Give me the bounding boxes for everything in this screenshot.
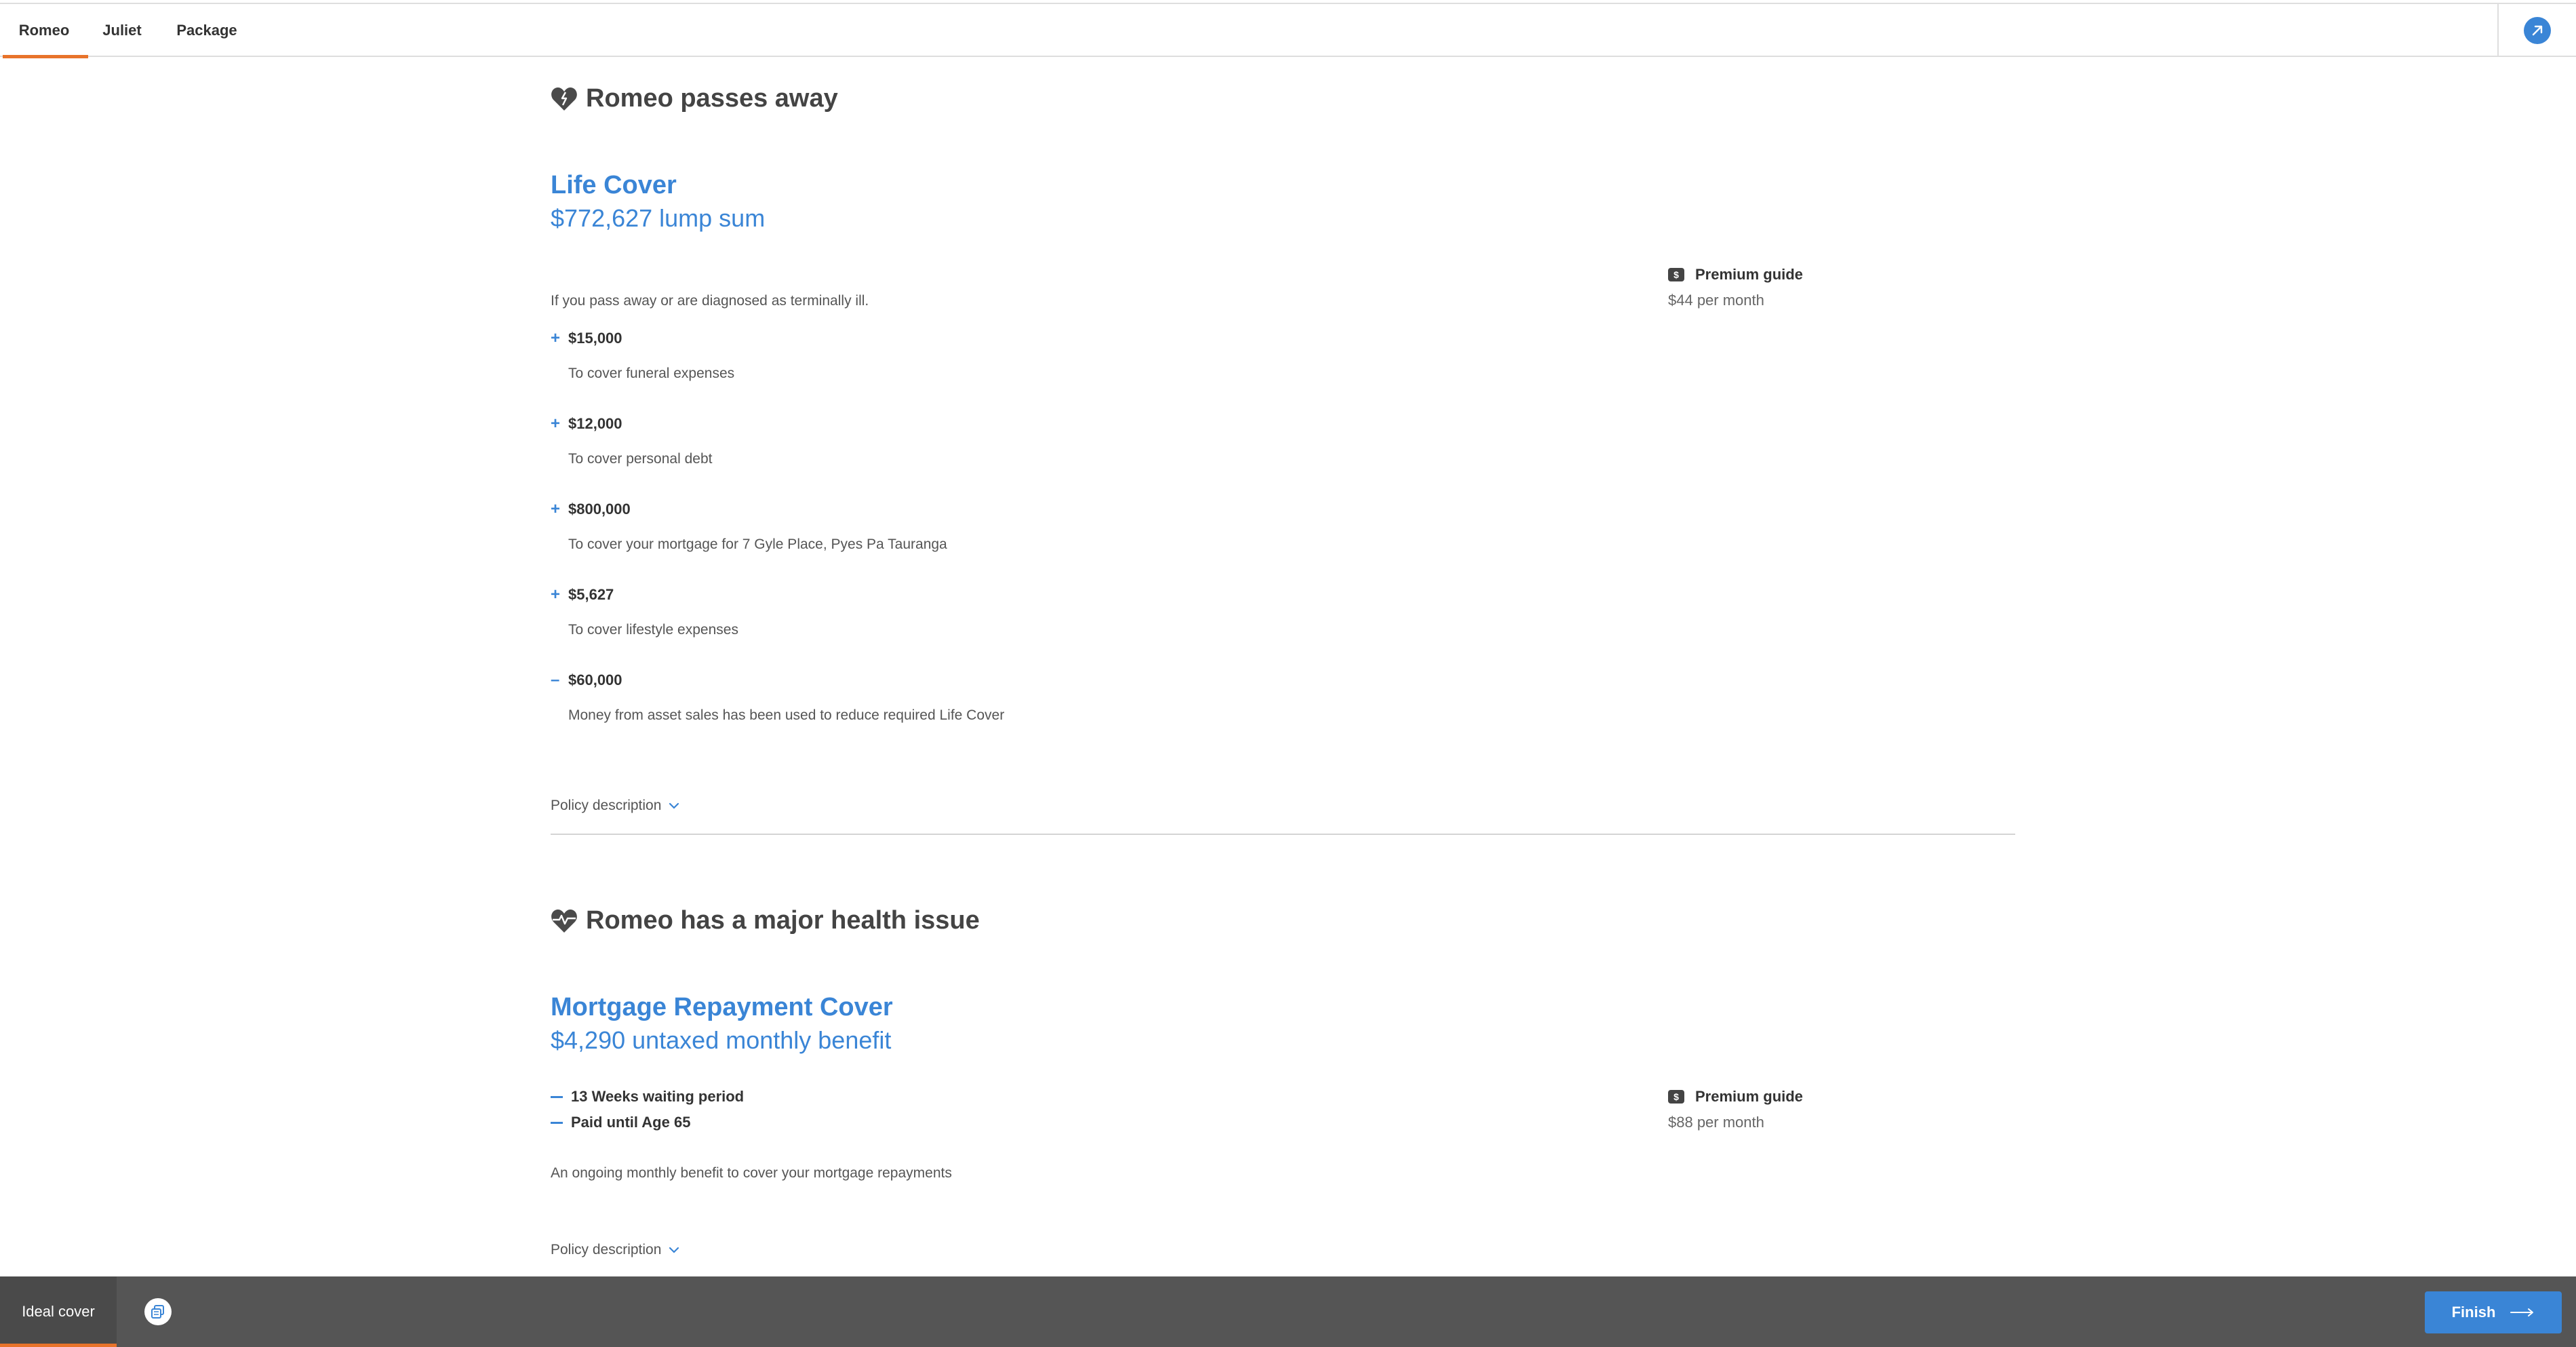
arrow-right-icon xyxy=(2510,1308,2534,1316)
cover-name: Mortgage Repayment Cover xyxy=(551,993,893,1021)
bottom-bar: Ideal cover Finish xyxy=(0,1276,2576,1347)
cover-description: An ongoing monthly benefit to cover your… xyxy=(551,1165,952,1181)
list-item: + $15,000 To cover funeral expenses xyxy=(551,329,734,382)
section-title-passes-away: Romeo passes away xyxy=(551,84,838,113)
premium-label-text: Premium guide xyxy=(1695,266,1803,283)
item-text: To cover funeral expenses xyxy=(568,366,735,381)
policy-description-toggle[interactable]: Policy description xyxy=(551,798,680,814)
premium-label: $ Premium guide xyxy=(1668,1088,1939,1106)
dash-marker xyxy=(551,1095,563,1098)
item-amount: $60,000 xyxy=(568,671,622,688)
premium-value: $88 per month xyxy=(1668,1114,1764,1131)
section-title-text: Romeo passes away xyxy=(586,84,838,113)
expand-area xyxy=(2497,4,2576,57)
item-text: Money from asset sales has been used to … xyxy=(568,707,1005,723)
item-amount: $15,000 xyxy=(568,330,622,347)
chevron-down-icon xyxy=(669,1247,679,1253)
item-text: To cover lifestyle expenses xyxy=(568,622,738,638)
premium-label-text: Premium guide xyxy=(1695,1088,1803,1105)
list-item: + $800,000 To cover your mortgage for 7 G… xyxy=(551,500,947,553)
term-text: Paid until Age 65 xyxy=(571,1114,691,1131)
section-divider xyxy=(551,834,2015,835)
heart-pulse-icon xyxy=(551,909,577,933)
cover-header-life: Life Cover $772,627 lump sum xyxy=(551,171,765,233)
copy-button[interactable] xyxy=(144,1298,172,1325)
term-text: 13 Weeks waiting period xyxy=(571,1088,745,1105)
cover-amount: $4,290 untaxed monthly benefit xyxy=(551,1026,892,1054)
item-text: To cover personal debt xyxy=(568,451,713,467)
person-tabs: Romeo Juliet Package xyxy=(0,4,258,58)
cover-terms: 13 Weeks waiting period Paid until Age 6… xyxy=(551,1088,744,1131)
policy-description-label: Policy description xyxy=(551,1242,662,1257)
policy-description-label: Policy description xyxy=(551,798,662,813)
item-text: To cover your mortgage for 7 Gyle Place,… xyxy=(568,536,947,552)
premium-guide-life: $ Premium guide $44 per month xyxy=(1668,266,1939,309)
cover-header-mortgage: Mortgage Repayment Cover $4,290 untaxed … xyxy=(551,993,893,1055)
ideal-cover-tab[interactable]: Ideal cover xyxy=(0,1276,117,1347)
dash-marker xyxy=(551,1121,563,1124)
item-amount: $12,000 xyxy=(568,415,622,432)
premium-value: $44 per month xyxy=(1668,292,1764,309)
tab-package[interactable]: Package xyxy=(156,4,258,57)
item-amount: $5,627 xyxy=(568,586,614,603)
cover-amount: $772,627 lump sum xyxy=(551,204,766,232)
term-item: Paid until Age 65 xyxy=(551,1114,744,1131)
section-title-text: Romeo has a major health issue xyxy=(586,906,980,935)
policy-description-toggle[interactable]: Policy description xyxy=(551,1242,680,1258)
list-item: + $12,000 To cover personal debt xyxy=(551,414,712,467)
tab-romeo[interactable]: Romeo xyxy=(0,4,88,58)
cover-name: Life Cover xyxy=(551,171,677,199)
copy-icon xyxy=(151,1305,164,1319)
plus-sign: + xyxy=(551,329,561,347)
broken-heart-icon xyxy=(551,87,577,111)
finish-button[interactable]: Finish xyxy=(2425,1291,2562,1333)
dollar-icon: $ xyxy=(1668,1090,1684,1104)
list-item: + $5,627 To cover lifestyle expenses xyxy=(551,585,738,638)
premium-guide-mortgage: $ Premium guide $88 per month xyxy=(1668,1088,1939,1131)
cover-description: If you pass away or are diagnosed as ter… xyxy=(551,293,869,309)
section-title-health-issue: Romeo has a major health issue xyxy=(551,906,980,935)
premium-label: $ Premium guide xyxy=(1668,266,1939,284)
arrow-up-right-icon xyxy=(2532,25,2543,36)
list-item: – $60,000 Money from asset sales has been… xyxy=(551,671,1004,724)
chevron-down-icon xyxy=(669,802,679,809)
dollar-icon: $ xyxy=(1668,268,1684,281)
plus-sign: + xyxy=(551,500,561,518)
top-tab-bar: Romeo Juliet Package xyxy=(0,3,2576,58)
plus-sign: + xyxy=(551,414,561,433)
term-item: 13 Weeks waiting period xyxy=(551,1088,744,1106)
page: Romeo Juliet Package Romeo passes away L… xyxy=(0,0,2576,1347)
plus-sign: + xyxy=(551,585,561,604)
item-amount: $800,000 xyxy=(568,501,631,518)
expand-button[interactable] xyxy=(2524,17,2551,44)
minus-sign: – xyxy=(551,671,560,689)
tab-juliet[interactable]: Juliet xyxy=(88,4,156,57)
finish-label: Finish xyxy=(2451,1304,2496,1321)
